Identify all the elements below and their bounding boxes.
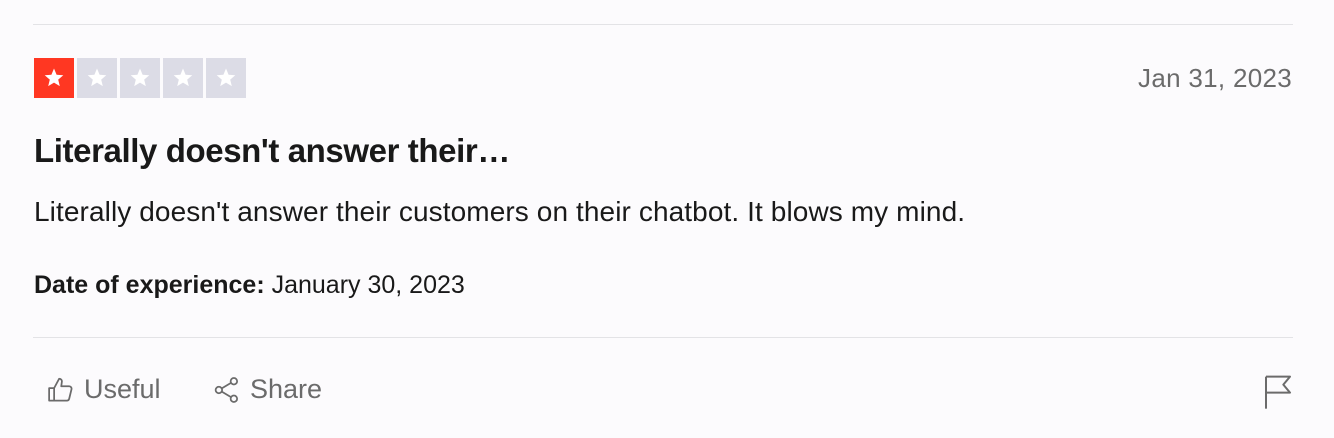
star-icon <box>163 58 203 98</box>
flag-icon <box>1262 375 1294 414</box>
thumbs-up-icon <box>46 375 76 405</box>
review-date: Jan 31, 2023 <box>1138 63 1292 93</box>
star-icon <box>77 58 117 98</box>
bottom-divider <box>33 337 1293 338</box>
star-icon <box>206 58 246 98</box>
useful-label: Useful <box>84 374 161 404</box>
experience-date: January 30, 2023 <box>271 271 465 299</box>
flag-button[interactable] <box>1262 374 1294 415</box>
share-button[interactable]: Share <box>212 374 322 405</box>
top-divider <box>33 24 1293 25</box>
star-icon <box>34 58 74 98</box>
review-card: Jan 31, 2023 Literally doesn't answer th… <box>0 0 1334 438</box>
review-body: Literally doesn't answer their customers… <box>34 196 966 227</box>
share-icon <box>212 375 242 405</box>
star-rating <box>34 58 246 98</box>
experience-label: Date of experience: <box>34 271 265 299</box>
star-icon <box>120 58 160 98</box>
useful-button[interactable]: Useful <box>46 374 161 405</box>
share-label: Share <box>250 374 323 404</box>
date-of-experience: Date of experience: January 30, 2023 <box>34 271 465 300</box>
review-title[interactable]: Literally doesn't answer their… <box>34 132 510 170</box>
